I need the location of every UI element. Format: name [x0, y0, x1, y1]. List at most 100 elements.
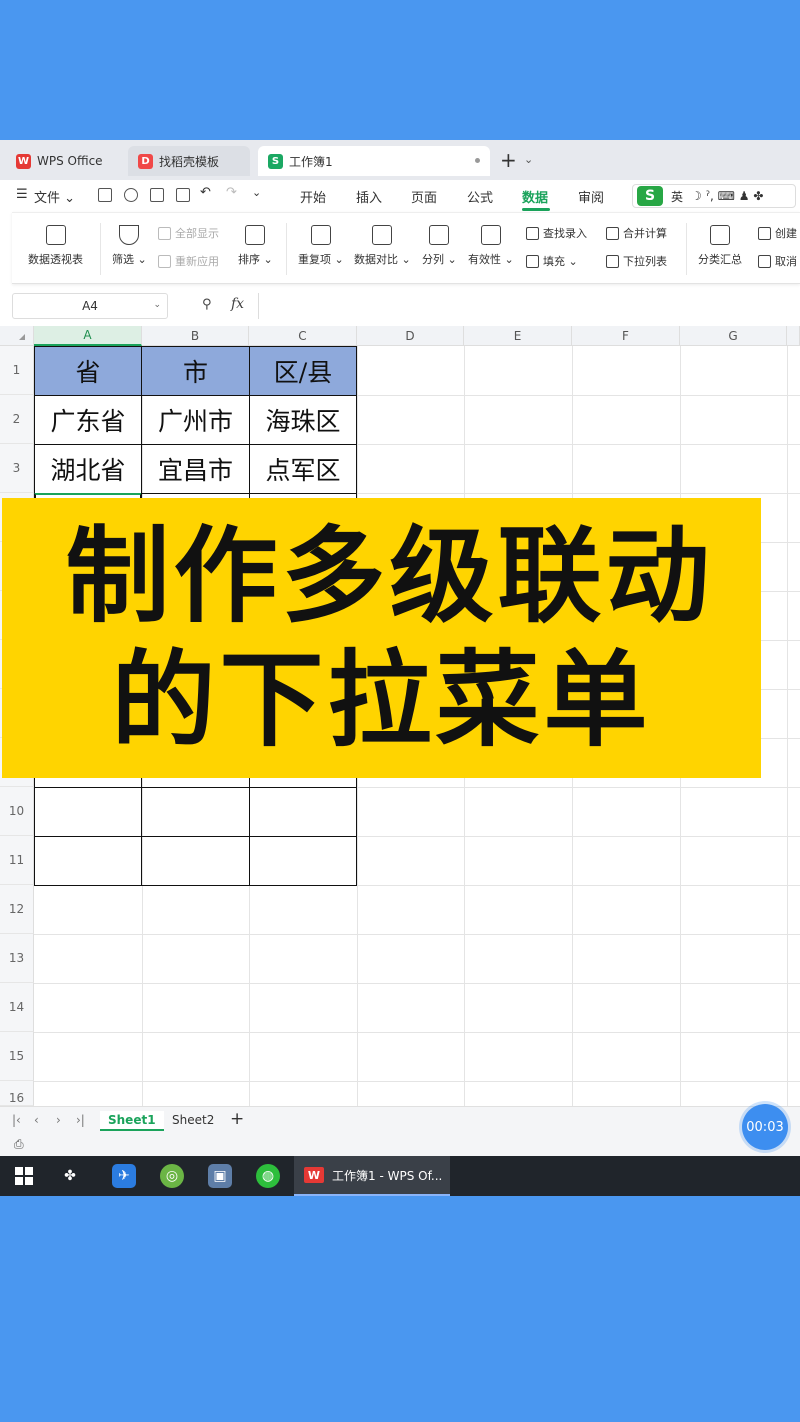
ungroup-button[interactable]: 取消 [758, 253, 797, 269]
column-header[interactable]: A [34, 326, 142, 346]
menu-start[interactable]: 开始 [300, 187, 326, 206]
print-icon[interactable] [150, 188, 164, 202]
column-header[interactable]: D [357, 326, 464, 346]
taskbar-wps-window[interactable]: W 工作簿1 - WPS Of... [294, 1156, 450, 1196]
chevron-down-icon[interactable]: ⌄ [153, 300, 161, 310]
ime-lang[interactable]: 英 [671, 188, 683, 205]
hamburger-icon[interactable]: ☰ [16, 187, 28, 202]
reapply-button[interactable]: 重新应用 [158, 253, 219, 269]
tab-workbook[interactable]: S 工作簿1 [258, 146, 490, 176]
new-tab-button[interactable]: + [500, 148, 517, 172]
menu-page[interactable]: 页面 [411, 187, 437, 206]
table-cell[interactable]: 宜昌市 [141, 444, 250, 494]
consolidate-button[interactable]: 合并计算 [606, 225, 667, 241]
prev-sheet-icon[interactable]: ‹ [34, 1113, 39, 1127]
row-header[interactable]: 3 [0, 444, 34, 493]
menu-formula[interactable]: 公式 [467, 187, 493, 206]
row-header[interactable]: 10 [0, 787, 34, 836]
browser-icon[interactable]: ◎ [160, 1164, 184, 1188]
table-cell[interactable] [34, 836, 142, 886]
ime-symbols[interactable]: ☽ ˀ, ⌨ ♟ ✤ [691, 189, 763, 203]
table-cell[interactable]: 海珠区 [249, 395, 357, 445]
table-cell[interactable]: 湖北省 [34, 444, 142, 494]
undo-icon[interactable]: ↶ [200, 185, 211, 200]
sort-button[interactable]: 排序 ⌄ [238, 225, 273, 267]
column-header[interactable]: F [572, 326, 680, 346]
filter-button[interactable]: 筛选 ⌄ [112, 225, 147, 267]
row-header[interactable]: 13 [0, 934, 34, 983]
windows-start-icon[interactable] [12, 1164, 36, 1188]
column-header[interactable]: B [142, 326, 249, 346]
table-header-cell[interactable]: 省 [34, 346, 142, 396]
sheet-tab-sheet1[interactable]: Sheet1 [100, 1111, 164, 1131]
split-column-icon [429, 225, 450, 245]
first-sheet-icon[interactable]: |‹ [12, 1113, 21, 1127]
wechat-icon[interactable]: ◍ [256, 1164, 280, 1188]
column-header[interactable]: C [249, 326, 357, 346]
validity-button[interactable]: 有效性 ⌄ [468, 225, 514, 267]
chevron-down-icon[interactable]: ⌄ [524, 153, 533, 166]
fx-icon[interactable]: fx [231, 296, 244, 312]
row-header[interactable]: 11 [0, 836, 34, 885]
table-cell[interactable] [249, 787, 357, 837]
show-all-button[interactable]: 全部显示 [158, 225, 219, 241]
share-icon[interactable] [124, 188, 138, 202]
table-header-cell[interactable]: 市 [141, 346, 250, 396]
row-header[interactable]: 14 [0, 983, 34, 1032]
subtotal-button[interactable]: 分类汇总 [698, 225, 742, 267]
redo-icon[interactable]: ↷ [226, 185, 237, 200]
row-header[interactable]: 15 [0, 1032, 34, 1081]
computer-icon[interactable]: ▣ [208, 1164, 232, 1188]
table-cell[interactable] [249, 836, 357, 886]
tab-templates[interactable]: D 找稻壳模板 [128, 146, 250, 176]
column-header[interactable] [787, 326, 800, 346]
tab-wps-office[interactable]: W WPS Office [6, 146, 118, 176]
split-column-button[interactable]: 分列 ⌄ [422, 225, 457, 267]
row-header[interactable]: 16 [0, 1081, 34, 1106]
table-cell[interactable]: 点军区 [249, 444, 357, 494]
print-preview-icon[interactable] [176, 188, 190, 202]
lookup-entry-button[interactable]: 查找录入 [526, 225, 587, 241]
menu-review[interactable]: 审阅 [578, 187, 604, 206]
next-sheet-icon[interactable]: › [56, 1113, 61, 1127]
status-bar: ⎙ [0, 1134, 800, 1156]
formula-input[interactable] [258, 293, 800, 319]
create-group-button[interactable]: 创建 [758, 225, 797, 241]
add-sheet-button[interactable]: + [230, 1109, 244, 1129]
dropdown-list-button[interactable]: 下拉列表 [606, 253, 667, 269]
last-sheet-icon[interactable]: ›| [76, 1113, 85, 1127]
macro-record-icon[interactable]: ⎙ [14, 1137, 24, 1152]
pivot-table-icon [45, 225, 66, 245]
recording-timer[interactable]: 00:03 [742, 1104, 788, 1150]
table-header-cell[interactable]: 区/县 [249, 346, 357, 396]
column-header[interactable]: E [464, 326, 572, 346]
duplicates-button[interactable]: 重复项 ⌄ [298, 225, 344, 267]
feishu-icon[interactable]: ✈ [112, 1164, 136, 1188]
select-all-corner[interactable] [0, 326, 34, 346]
menu-data[interactable]: 数据 [522, 187, 548, 206]
pinned-app-icon[interactable]: ✤ [58, 1164, 82, 1188]
menu-bar: ☰ 文件 ⌄ ↶ ↷ ⌄ 开始 插入 页面 公式 数据 审阅 S 英 ☽ ˀ, … [0, 180, 800, 212]
sheet-tab-sheet2[interactable]: Sheet2 [164, 1111, 222, 1129]
table-cell[interactable]: 广州市 [141, 395, 250, 445]
table-cell[interactable] [141, 787, 250, 837]
table-cell[interactable] [141, 836, 250, 886]
grid-line [787, 346, 788, 1106]
ime-toolbar[interactable]: S 英 ☽ ˀ, ⌨ ♟ ✤ [632, 184, 796, 208]
save-icon[interactable] [98, 188, 112, 202]
row-header[interactable]: 12 [0, 885, 34, 934]
fill-button[interactable]: 填充 ⌄ [526, 253, 578, 269]
data-compare-button[interactable]: 数据对比 ⌄ [354, 225, 411, 267]
unsaved-dot-icon[interactable] [475, 158, 480, 163]
row-header[interactable]: 2 [0, 395, 34, 444]
more-chevron-icon[interactable]: ⌄ [252, 186, 261, 199]
menu-file[interactable]: 文件 ⌄ [34, 187, 75, 206]
table-cell[interactable]: 广东省 [34, 395, 142, 445]
zoom-search-icon[interactable]: ⚲ [202, 297, 212, 312]
table-cell[interactable] [34, 787, 142, 837]
row-header[interactable]: 1 [0, 346, 34, 395]
menu-insert[interactable]: 插入 [356, 187, 382, 206]
name-box[interactable]: A4 ⌄ [12, 293, 168, 319]
pivot-table-button[interactable]: 数据透视表 [28, 225, 83, 267]
column-header[interactable]: G [680, 326, 787, 346]
